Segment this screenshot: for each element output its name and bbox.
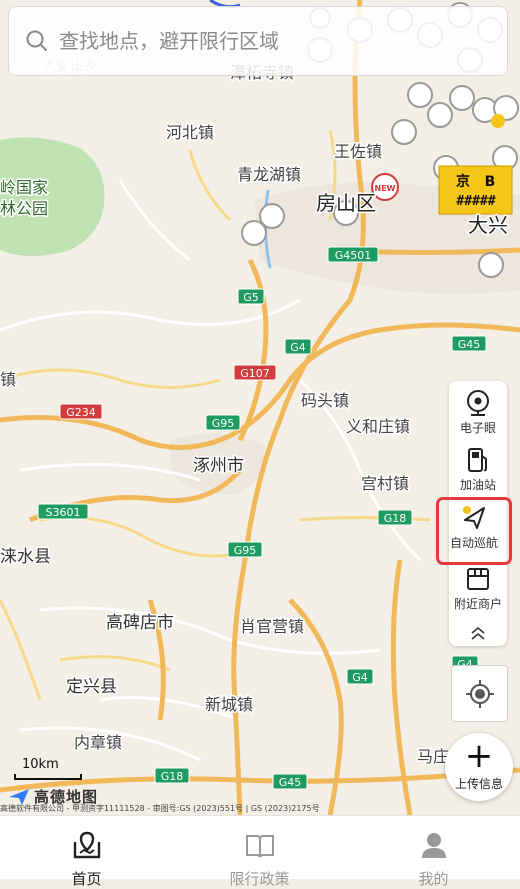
place-label: 涿州市 (193, 456, 244, 476)
plate-marker[interactable]: 京 B ##### (438, 165, 513, 215)
place-label: 镇 (0, 370, 16, 389)
place-label: 定兴县 (66, 677, 117, 697)
tab-restriction-policy[interactable]: 限行政策 (173, 816, 346, 888)
tab-profile-label: 我的 (418, 870, 449, 888)
collapse-tools-button[interactable] (449, 625, 507, 645)
road-shield-code: G18 (161, 770, 184, 783)
user-icon (421, 833, 446, 858)
road-shield: S3601 (37, 503, 89, 520)
place-label: 肖官营镇 (240, 617, 304, 636)
locate-me-button[interactable] (451, 665, 508, 722)
road-shield-code: G4501 (335, 249, 372, 262)
tab-profile[interactable]: 我的 (347, 816, 520, 888)
plus-icon: + (464, 736, 494, 776)
crosshair-icon (465, 679, 494, 708)
place-label: 王佐镇 (334, 142, 382, 161)
map-scale-bar (14, 774, 82, 780)
road-shield: G45 (272, 773, 308, 790)
road-shield-code: G18 (384, 512, 407, 525)
home-map-icon (73, 831, 100, 859)
place-label: 青龙湖镇 (237, 165, 301, 184)
place-label: 房山区 (316, 191, 376, 215)
place-label: 林公园 (0, 199, 48, 218)
road-shield-code: G234 (66, 406, 96, 419)
place-label: 义和庄镇 (346, 417, 410, 436)
road-shield-code: G4 (290, 341, 306, 354)
road-shield: G234 (59, 403, 103, 420)
road-shield-code: G107 (240, 367, 270, 380)
road-shield-code: G45 (279, 776, 302, 789)
place-label: 码头镇 (301, 391, 349, 410)
tool-speed-camera[interactable]: 电子眼 (449, 385, 507, 447)
tool-auto-cruise[interactable]: 自动巡航 (436, 497, 512, 565)
search-bar[interactable] (8, 6, 508, 76)
place-label: 河北镇 (166, 123, 214, 142)
road-shield: G95 (205, 414, 241, 431)
place-label: 高碑店市 (106, 613, 174, 633)
road-shield: G4 (346, 668, 374, 685)
plate-province: 京 (456, 173, 470, 190)
tool-nearby-merchants-label: 附近商户 (453, 597, 502, 611)
place-label: 岭国家 (0, 178, 48, 197)
map-tools-panel: 电子眼 加油站 自动巡航 附近商户 (436, 381, 512, 646)
sun-weather-icon (491, 114, 505, 128)
tab-home-label: 首页 (71, 870, 102, 888)
tool-gas-station-label: 加油站 (459, 478, 496, 492)
road-shield: G4501 (327, 246, 379, 263)
tab-restriction-policy-label: 限行政策 (229, 870, 290, 888)
road-shield: G18 (377, 509, 413, 526)
place-label: 宫村镇 (361, 474, 409, 493)
upload-info-button[interactable]: + 上传信息 (445, 733, 513, 801)
road-shield: G95 (227, 541, 263, 558)
road-shield: G18 (154, 767, 190, 784)
plate-number: ##### (456, 194, 495, 209)
navigation-arrow-icon (463, 506, 485, 529)
camera-icon (467, 390, 489, 416)
map-scale-label: 10km (22, 757, 59, 772)
tool-nearby-merchants[interactable]: 附近商户 (449, 561, 507, 623)
road-shield-code: G4 (352, 671, 368, 684)
place-label: 内章镇 (74, 733, 122, 752)
road-shield-code: S3601 (46, 506, 81, 519)
road-shield-code: G95 (212, 417, 235, 430)
road-shield: G4 (284, 338, 312, 355)
tool-auto-cruise-label: 自动巡航 (449, 536, 498, 550)
plate-letter: B (485, 174, 496, 190)
tool-speed-camera-label: 电子眼 (459, 421, 496, 435)
bottom-tab-bar: 首页 限行政策 我的 (0, 815, 520, 888)
search-input[interactable] (59, 29, 479, 53)
road-shield: G5 (237, 288, 265, 305)
road-shield-code: G5 (243, 291, 259, 304)
map-canvas[interactable]: NEW 京 B ##### 大安山乡河北镇王佐镇青龙湖镇房山区岭国家林公园大兴镇… (0, 0, 520, 815)
new-badge-text: NEW (375, 184, 396, 193)
place-label: 大兴 (468, 213, 508, 237)
road-shield-code: G95 (234, 544, 257, 557)
search-icon (26, 30, 47, 51)
road-shield-code: G45 (458, 338, 481, 351)
tab-home[interactable]: 首页 (0, 816, 173, 888)
upload-info-label: 上传信息 (454, 777, 503, 791)
chevron-double-up-icon (471, 626, 485, 640)
store-icon (467, 568, 489, 590)
place-label: 新城镇 (205, 695, 253, 714)
book-icon (245, 835, 274, 858)
place-label: 涞水县 (0, 547, 51, 567)
map-credits: 高德软件有限公司 - 甲测资字11111528 - 审图号:GS (2023)5… (0, 804, 320, 813)
road-shield: G107 (233, 364, 277, 381)
road-shield: G45 (451, 335, 487, 352)
tool-gas-station[interactable]: 加油站 (449, 442, 507, 504)
fuel-icon (468, 448, 487, 472)
